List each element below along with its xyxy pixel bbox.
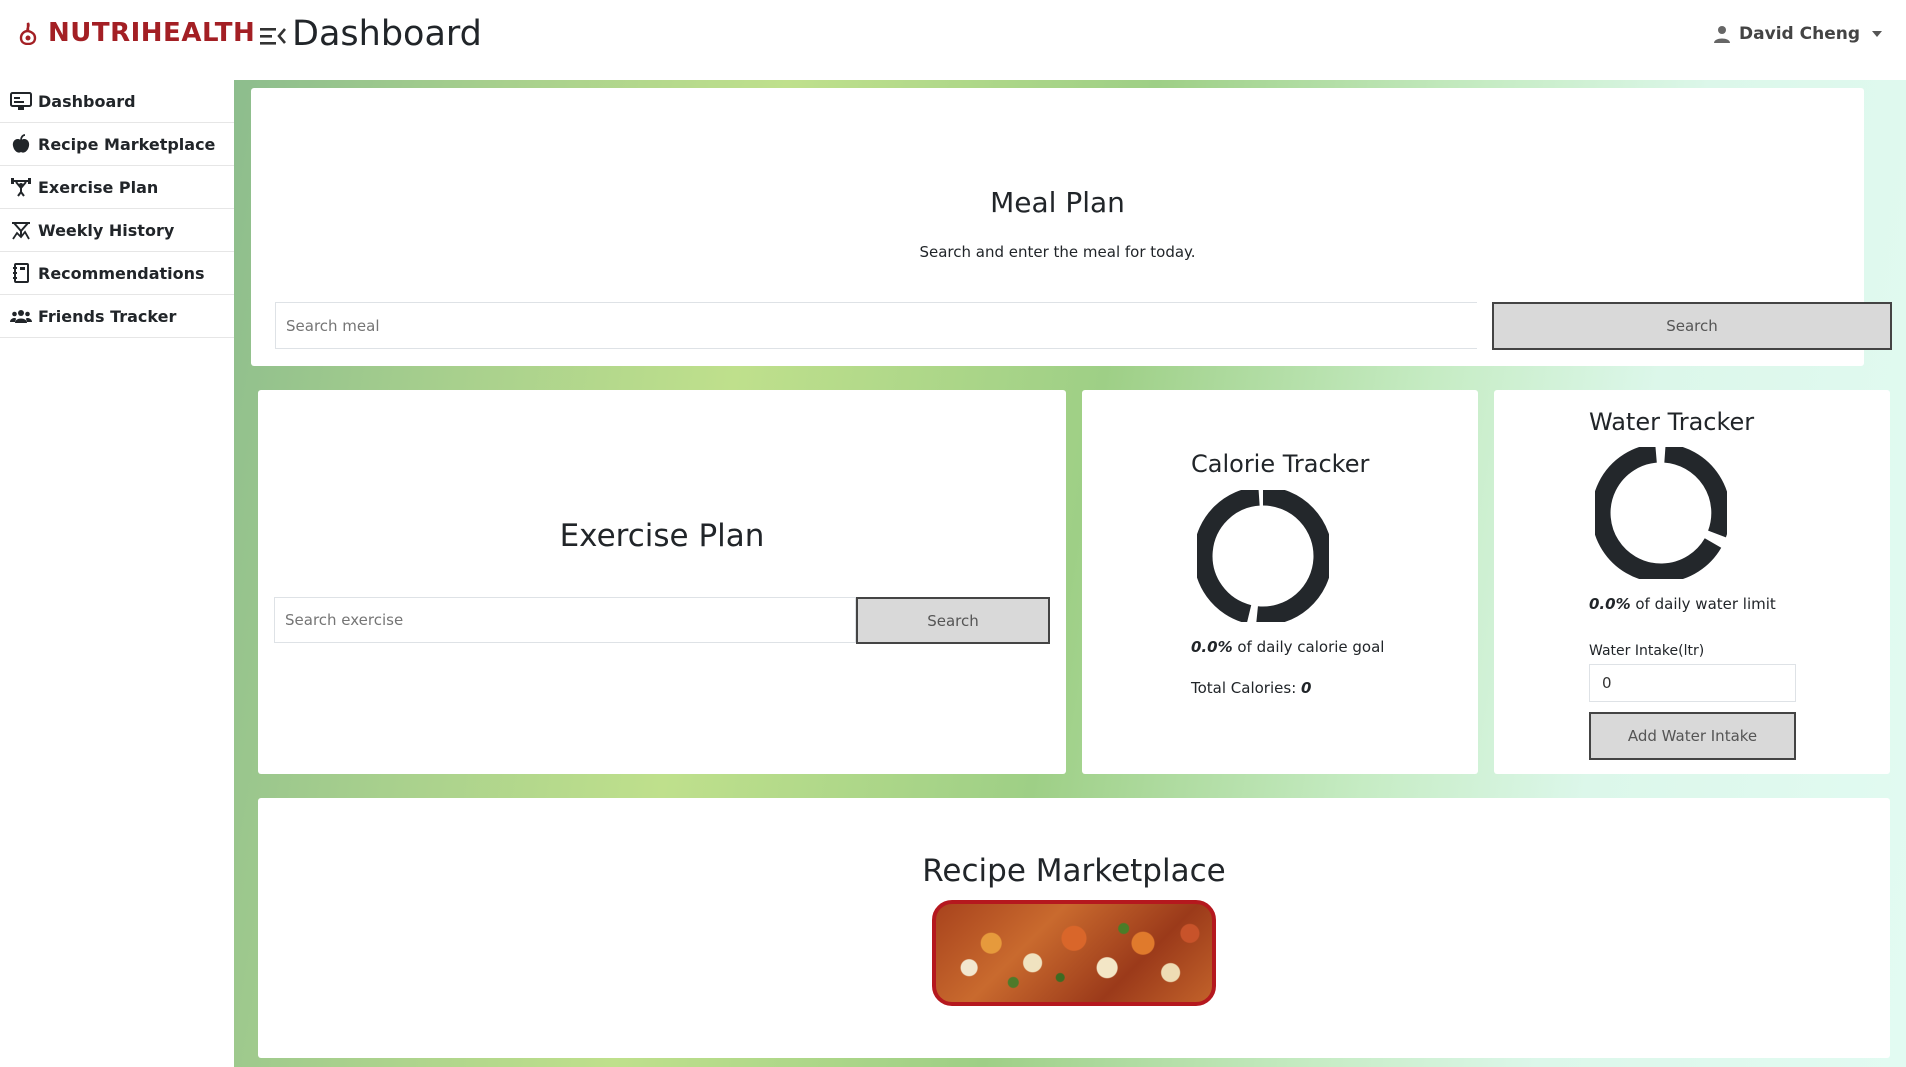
water-percent-suffix: of daily water limit [1630, 595, 1776, 613]
meal-search-button[interactable]: Search [1492, 302, 1892, 350]
top-bar: NUTRIHEALTH Dashboard David Cheng [0, 0, 1906, 80]
exercise-search-input[interactable] [274, 597, 856, 643]
water-intake-input[interactable] [1589, 664, 1796, 702]
recipe-marketplace-card: Recipe Marketplace [258, 798, 1890, 1058]
flame-icon [19, 22, 37, 45]
meal-plan-subtitle: Search and enter the meal for today. [919, 243, 1196, 261]
calorie-total-value: 0 [1301, 679, 1312, 697]
water-percent-text: 0.0% of daily water limit [1589, 595, 1776, 613]
brand-name: NUTRIHEALTH [48, 18, 256, 48]
calorie-percent-text: 0.0% of daily calorie goal [1191, 638, 1384, 656]
chevron-down-icon [1872, 31, 1882, 37]
brand-logo[interactable]: NUTRIHEALTH [18, 18, 255, 48]
water-tracker-title: Water Tracker [1589, 408, 1755, 436]
history-icon [12, 222, 30, 240]
water-intake-label: Water Intake(ltr) [1589, 643, 1705, 659]
add-water-intake-button[interactable]: Add Water Intake [1589, 712, 1796, 760]
meal-search-input[interactable] [275, 302, 1477, 349]
user-icon [1714, 26, 1731, 43]
water-tracker-card: Water Tracker 0.0% of daily water limit … [1494, 390, 1890, 774]
recipe-marketplace-title: Recipe Marketplace [922, 853, 1226, 889]
water-percent-value: 0.0% [1589, 595, 1631, 613]
apple-icon [12, 134, 30, 153]
meal-plan-card: Meal Plan Search and enter the meal for … [251, 88, 1892, 366]
calorie-tracker-title: Calorie Tracker [1191, 450, 1370, 478]
sidebar-item-friends-tracker[interactable]: Friends Tracker [0, 295, 234, 338]
water-donut-chart [1595, 447, 1727, 579]
users-icon [10, 310, 32, 323]
exercise-plan-card: Exercise Plan Search [258, 390, 1066, 774]
sidebar-item-label: Recipe Marketplace [38, 134, 216, 154]
sidebar-item-label: Weekly History [38, 220, 175, 240]
sidebar-item-recommendations[interactable]: Recommendations [0, 252, 234, 295]
sidebar-item-label: Recommendations [38, 263, 205, 283]
exercise-search-button[interactable]: Search [856, 597, 1050, 644]
monitor-icon [10, 92, 32, 110]
meal-plan-title: Meal Plan [990, 186, 1125, 219]
sidebar-item-exercise-plan[interactable]: Exercise Plan [0, 166, 234, 209]
calorie-tracker-card: Calorie Tracker 0.0% of daily calorie go… [1082, 390, 1478, 774]
sidebar: Dashboard Recipe Marketplace Exercise Pl… [0, 80, 234, 1067]
sidebar-item-label: Exercise Plan [38, 177, 159, 197]
notebook-icon [13, 263, 29, 283]
recipe-food-image[interactable] [932, 900, 1216, 1006]
user-name: David Cheng [1739, 24, 1860, 44]
menu-toggle-icon[interactable] [260, 24, 286, 48]
calorie-percent-suffix: of daily calorie goal [1232, 638, 1385, 656]
main-content: Meal Plan Search and enter the meal for … [234, 80, 1906, 1067]
sidebar-item-weekly-history[interactable]: Weekly History [0, 209, 234, 252]
calorie-total-label: Total Calories: [1191, 679, 1302, 697]
calorie-total-text: Total Calories: 0 [1191, 679, 1311, 697]
sidebar-item-label: Dashboard [38, 91, 136, 111]
sidebar-item-dashboard[interactable]: Dashboard [0, 80, 234, 123]
sidebar-item-label: Friends Tracker [38, 306, 177, 326]
page-title: Dashboard [292, 14, 482, 54]
exercise-plan-title: Exercise Plan [559, 518, 765, 554]
calorie-percent-value: 0.0% [1191, 638, 1233, 656]
calorie-donut-chart [1197, 490, 1329, 622]
sidebar-item-recipe-marketplace[interactable]: Recipe Marketplace [0, 123, 234, 166]
user-menu[interactable]: David Cheng [1713, 24, 1882, 44]
weightlifter-icon [11, 178, 31, 197]
